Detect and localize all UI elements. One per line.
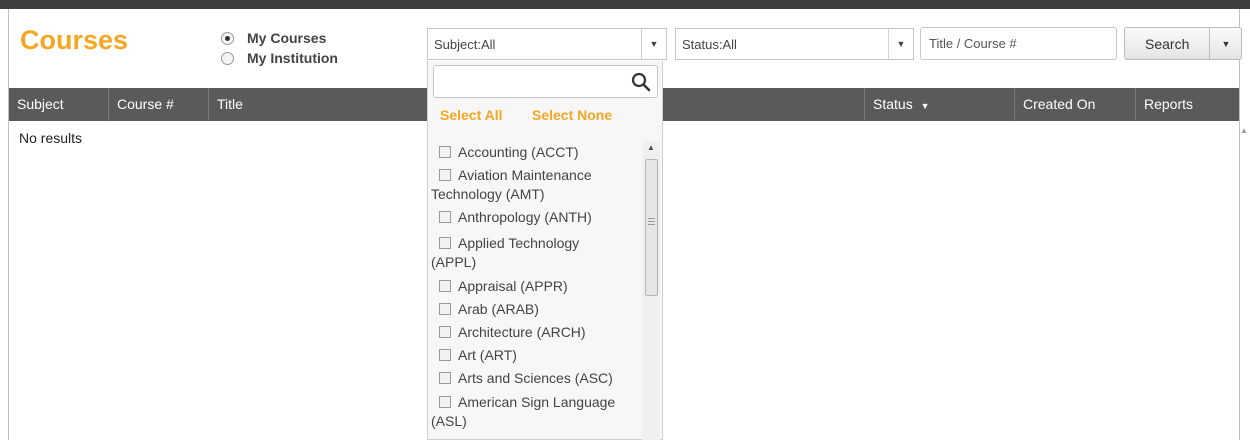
status-select-value: Status:All (682, 37, 737, 52)
scroll-up-icon[interactable]: ▲ (647, 143, 655, 152)
subject-option-amt[interactable]: Aviation Maintenance (428, 166, 642, 185)
subject-option-asc[interactable]: Arts and Sciences (ASC) (428, 369, 642, 388)
subject-option-appr[interactable]: Appraisal (APPR) (428, 277, 642, 296)
chevron-down-icon[interactable]: ▼ (641, 29, 666, 59)
option-label: Applied Technology (458, 235, 580, 251)
subject-select[interactable]: Subject:All ▼ (427, 28, 667, 60)
option-label: American Sign Language (458, 394, 616, 410)
checkbox[interactable] (439, 237, 451, 249)
subject-option-anth[interactable]: Anthropology (ANTH) (428, 208, 642, 227)
subject-filter-search[interactable] (433, 65, 658, 99)
empty-message: No results (19, 130, 83, 146)
subject-select-value: Subject:All (434, 37, 496, 52)
subject-option-appl-cont[interactable]: (APPL) (428, 253, 645, 272)
grip-icon (648, 218, 655, 219)
option-label: Architecture (ARCH) (458, 324, 586, 340)
title-course-search-input[interactable] (920, 27, 1117, 60)
subject-option-appl[interactable]: Applied Technology (428, 234, 642, 253)
option-label: Arts and Sciences (ASC) (458, 370, 613, 386)
sort-down-icon: ▼ (920, 101, 930, 111)
checkbox[interactable] (439, 372, 451, 384)
option-label: Art (ART) (458, 347, 517, 363)
subject-option-arch[interactable]: Architecture (ARCH) (428, 323, 642, 342)
search-icon[interactable] (631, 72, 651, 92)
scroll-up-icon[interactable]: ▲ (1240, 126, 1248, 135)
radio-my-courses[interactable]: My Courses (221, 30, 326, 46)
checkbox[interactable] (439, 280, 451, 292)
left-frame (0, 9, 9, 440)
column-header-status[interactable]: Status ▼ (865, 88, 1015, 121)
radio-label: My Institution (247, 50, 338, 66)
dropdown-scrollbar[interactable]: ▲ (642, 141, 660, 440)
checkbox[interactable] (439, 349, 451, 361)
subject-filter-input[interactable] (434, 66, 628, 99)
subject-option-art[interactable]: Art (ART) (428, 346, 642, 365)
checkbox[interactable] (439, 146, 451, 158)
checkbox[interactable] (439, 396, 451, 408)
subject-option-amt-cont[interactable]: Technology (AMT) (428, 185, 645, 204)
radio-button[interactable] (221, 51, 234, 65)
select-none-link[interactable]: Select None (532, 107, 612, 123)
chevron-down-icon[interactable]: ▼ (888, 29, 913, 59)
column-header-reports[interactable]: Reports (1136, 88, 1239, 121)
status-select[interactable]: Status:All ▼ (675, 28, 914, 60)
subject-dropdown-panel: Select All Select None Accounting (ACCT)… (427, 61, 663, 440)
checkbox[interactable] (439, 211, 451, 223)
page-title: Courses (20, 25, 129, 55)
right-scrollbar-track[interactable] (1239, 9, 1250, 440)
search-button[interactable]: Search ▼ (1124, 27, 1242, 60)
radio-button-checked[interactable] (221, 31, 234, 45)
checkbox[interactable] (439, 169, 451, 181)
select-all-link[interactable]: Select All (440, 107, 503, 123)
option-label: Arab (ARAB) (458, 301, 539, 317)
column-header-created-on[interactable]: Created On (1015, 88, 1136, 121)
checkbox[interactable] (439, 303, 451, 315)
subject-option-acct[interactable]: Accounting (ACCT) (428, 143, 642, 162)
option-label: (APPL) (431, 254, 477, 270)
radio-my-institution[interactable]: My Institution (221, 50, 338, 66)
column-header-subject[interactable]: Subject (9, 88, 109, 121)
option-label: Accounting (ACCT) (458, 144, 579, 160)
radio-label: My Courses (247, 30, 327, 46)
column-header-status-label: Status (873, 96, 913, 112)
scrollbar-thumb[interactable] (645, 159, 658, 296)
checkbox[interactable] (439, 326, 451, 338)
column-header-course-number[interactable]: Course # (109, 88, 209, 121)
subject-option-asl-cont[interactable]: (ASL) (428, 412, 645, 431)
subject-option-asl[interactable]: American Sign Language (428, 393, 642, 412)
option-label: Appraisal (APPR) (458, 278, 568, 294)
option-label: Technology (AMT) (431, 186, 545, 202)
top-bar (0, 0, 1250, 9)
option-label: Anthropology (ANTH) (458, 209, 592, 225)
option-label: (ASL) (431, 413, 467, 429)
search-button-label: Search (1145, 36, 1190, 52)
subject-option-arab[interactable]: Arab (ARAB) (428, 300, 642, 319)
search-options-chevron-icon[interactable]: ▼ (1209, 28, 1242, 59)
option-label: Aviation Maintenance (458, 167, 592, 183)
